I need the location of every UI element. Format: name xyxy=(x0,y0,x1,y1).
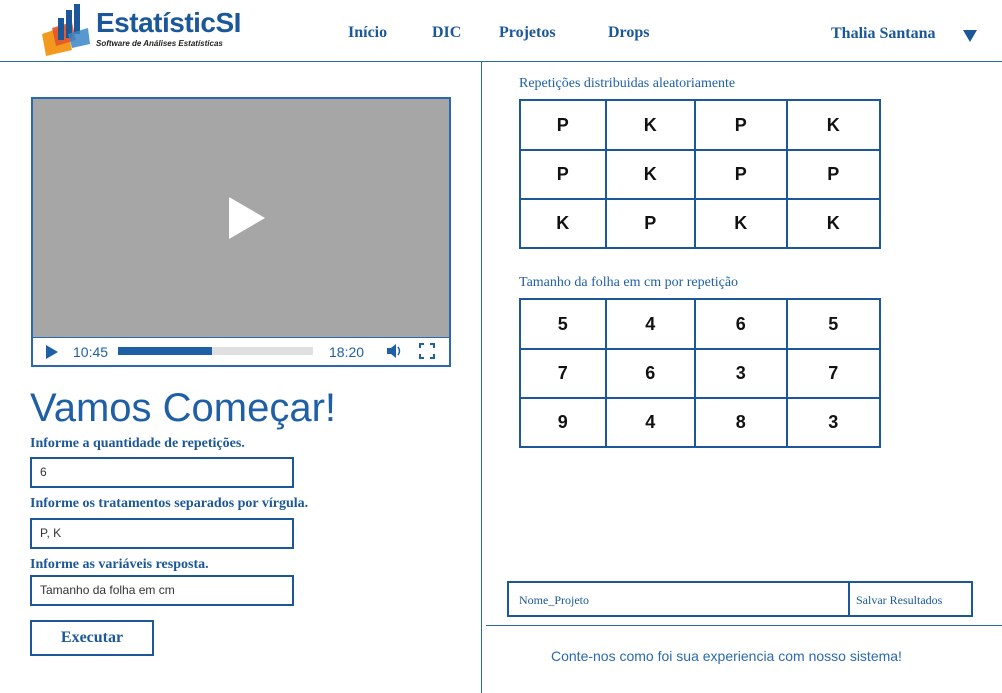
footer-divider xyxy=(486,625,1002,626)
table-cell: K xyxy=(604,149,697,200)
caret-down-icon[interactable] xyxy=(963,30,977,42)
table-cell: P xyxy=(519,99,607,151)
sizes-title: Tamanho da folha em cm por repetição xyxy=(519,275,739,290)
vertical-divider xyxy=(481,62,482,693)
table-cell: 3 xyxy=(694,348,788,399)
page-heading: Vamos Começar! xyxy=(30,386,337,430)
logo-tagline: Software de Análises Estatísticas xyxy=(96,39,223,48)
treatments-input[interactable]: P, K xyxy=(30,518,294,549)
nav-dic[interactable]: DIC xyxy=(432,24,461,42)
logo[interactable]: EstatísticSI Software de Análises Estatí… xyxy=(38,4,241,56)
table-cell: P xyxy=(519,149,607,200)
treatments-label: Informe os tratamentos separados por vír… xyxy=(30,496,309,511)
play-icon[interactable] xyxy=(229,197,265,239)
response-input[interactable]: Tamanho da folha em cm xyxy=(30,575,294,606)
repetitions-label: Informe a quantidade de repetições. xyxy=(30,436,245,451)
table-cell: 3 xyxy=(785,397,881,448)
table-cell: K xyxy=(519,198,607,249)
video-progress xyxy=(118,347,212,355)
table-cell: P xyxy=(694,99,788,151)
table-cell: 5 xyxy=(519,298,607,350)
response-label: Informe as variáveis resposta. xyxy=(30,557,209,572)
table-cell: P xyxy=(694,149,788,200)
table-cell: K xyxy=(785,198,881,249)
logo-name: EstatísticSI xyxy=(96,7,241,38)
table-cell: 8 xyxy=(694,397,788,448)
play-icon[interactable] xyxy=(45,345,59,359)
fullscreen-icon[interactable] xyxy=(419,343,435,359)
duration: 18:20 xyxy=(329,344,365,360)
table-cell: 9 xyxy=(519,397,607,448)
nav-drops[interactable]: Drops xyxy=(608,24,650,42)
nav-projetos[interactable]: Projetos xyxy=(499,24,556,42)
volume-icon[interactable] xyxy=(386,343,402,359)
video-seek-bar[interactable] xyxy=(118,347,313,355)
table-cell: 6 xyxy=(604,348,697,399)
user-name[interactable]: Thalia Santana xyxy=(831,25,935,43)
randomized-table: P K P K P K P P K P K K xyxy=(519,99,881,249)
nav-inicio[interactable]: Início xyxy=(348,24,387,42)
table-cell: 4 xyxy=(604,397,697,448)
table-cell: 7 xyxy=(785,348,881,399)
table-cell: P xyxy=(785,149,881,200)
header: EstatísticSI Software de Análises Estatí… xyxy=(0,0,1002,62)
table-cell: 6 xyxy=(694,298,788,350)
save-results-button[interactable]: Salvar Resultados xyxy=(850,583,971,615)
logo-chart-icon xyxy=(42,4,90,56)
table-cell: K xyxy=(785,99,881,151)
randomized-title: Repetições distribuidas aleatoriamente xyxy=(519,76,736,91)
video-controls: 10:45 18:20 xyxy=(33,337,449,365)
table-cell: 4 xyxy=(604,298,697,350)
table-cell: 7 xyxy=(519,348,607,399)
video-player[interactable]: 10:45 18:20 xyxy=(31,97,451,367)
repetitions-input[interactable]: 6 xyxy=(30,457,294,488)
table-cell: 5 xyxy=(785,298,881,350)
current-time: 10:45 xyxy=(73,344,109,360)
execute-button[interactable]: Executar xyxy=(30,620,154,656)
project-name-input[interactable]: Nome_Projeto xyxy=(509,583,850,615)
feedback-link[interactable]: Conte-nos como foi sua experiencia com n… xyxy=(551,648,902,664)
save-bar: Nome_Projeto Salvar Resultados xyxy=(507,581,973,617)
sizes-table: 5 4 6 5 7 6 3 7 9 4 8 3 xyxy=(519,298,881,448)
table-cell: K xyxy=(694,198,788,249)
table-cell: K xyxy=(604,99,697,151)
table-cell: P xyxy=(604,198,697,249)
